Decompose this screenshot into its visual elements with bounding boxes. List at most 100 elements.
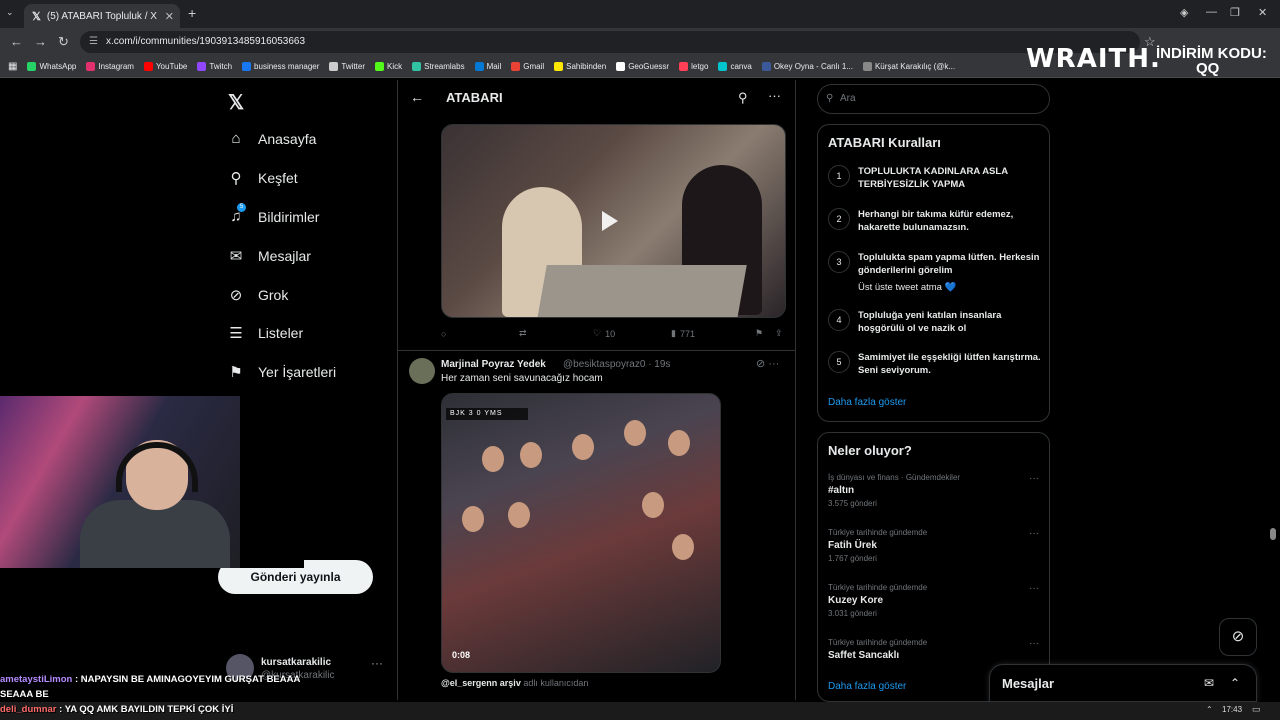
sidebar-item[interactable]: ⊘ Grok bbox=[228, 286, 289, 304]
rule-text: Samimiyet ile eşşekliği lütfen karıştırm… bbox=[858, 352, 1041, 376]
new-tab-icon[interactable]: + bbox=[188, 5, 196, 21]
rules-show-more-link[interactable]: Daha fazla göster bbox=[828, 397, 906, 408]
trend-title: Fatih Ürek bbox=[828, 540, 877, 551]
forward-arrow-icon[interactable]: → bbox=[34, 34, 47, 49]
sidebar-item[interactable]: ⌂ Anasayfa bbox=[228, 130, 316, 147]
post-video[interactable] bbox=[441, 124, 786, 318]
bookmark-icon[interactable]: ⚑ bbox=[755, 328, 775, 339]
bookmark-item[interactable]: business manager bbox=[242, 62, 319, 71]
bookmark-item[interactable]: Twitter bbox=[329, 62, 365, 71]
like-button[interactable]: ♡ 10 bbox=[593, 328, 671, 339]
bookmark-item[interactable]: Instagram bbox=[86, 62, 134, 71]
promo-line1: İNDİRİM KODU: bbox=[1156, 45, 1267, 62]
notification-icon[interactable]: ▭ bbox=[1252, 704, 1261, 715]
site-info-icon[interactable]: ☰ bbox=[89, 31, 98, 53]
bookmark-item[interactable]: letgo bbox=[679, 62, 708, 71]
bookmark-item[interactable]: YouTube bbox=[143, 62, 187, 71]
repost-icon[interactable]: ⇄ bbox=[519, 328, 593, 339]
search-icon[interactable]: ⚲ bbox=[738, 90, 748, 106]
post-video[interactable]: BJK 3 0 YMS 0:08 bbox=[441, 393, 721, 673]
search-placeholder: Ara bbox=[840, 93, 856, 104]
chevron-up-icon[interactable]: ⌃ bbox=[1230, 676, 1240, 690]
play-icon[interactable] bbox=[602, 211, 618, 231]
sidebar-item[interactable]: ☰ Listeler bbox=[228, 324, 303, 342]
main-timeline: ← ATABARI ⚲ ··· ○ ⇄ ♡ 10 ▮ 771 ⚑ ⇪ Marjina… bbox=[397, 80, 796, 700]
sidebar-item[interactable]: ✉ Mesajlar bbox=[228, 247, 311, 265]
bookmark-favicon-icon bbox=[329, 62, 339, 71]
grok-icon: ⊘ bbox=[1231, 628, 1245, 645]
bookmark-item[interactable]: Sahibinden bbox=[554, 62, 606, 71]
browser-tab[interactable]: 𝕏 (5) ATABARI Topluluk / X ✕ bbox=[24, 4, 180, 28]
sidebar-item[interactable]: ♫ 5 Bildirimler bbox=[228, 203, 319, 225]
headset-icon bbox=[116, 442, 198, 492]
bookmark-label: Streamlabs bbox=[424, 62, 465, 71]
back-arrow-icon[interactable]: ← bbox=[410, 89, 424, 105]
attribution-user[interactable]: @el_sergenn arşiv bbox=[441, 678, 521, 688]
post-actions: ○ ⇄ ♡ 10 ▮ 771 ⚑ ⇪ bbox=[441, 328, 783, 339]
more-icon[interactable]: ··· bbox=[768, 358, 779, 370]
new-message-icon[interactable]: ✉ bbox=[1204, 676, 1214, 690]
bookmark-icon: ⚑ bbox=[229, 364, 243, 381]
right-sidebar: ⚲ Ara ATABARI Kuralları 1 TOPLULUKTA KADI… bbox=[817, 80, 1050, 702]
chat-text: : NAPAYSIN BE AMINAGOYEYIM GURŞAT BEAAA bbox=[72, 674, 301, 685]
minimize-icon[interactable]: — bbox=[1206, 6, 1217, 18]
bookmark-item[interactable]: Kürşat Karakılıç (@k... bbox=[862, 62, 955, 71]
chat-text: SEAAA BE bbox=[0, 689, 49, 700]
shield-ext-icon[interactable]: ◈ bbox=[1180, 6, 1188, 19]
trend-item[interactable]: Türkiye tarihinde gündemde Saffet Sancakl… bbox=[828, 638, 1043, 661]
tab-search-icon[interactable]: ⌄ bbox=[6, 7, 14, 18]
trends-show-more-link[interactable]: Daha fazla göster bbox=[828, 681, 906, 692]
grok-float-button[interactable]: ⊘ bbox=[1219, 618, 1257, 656]
bookmark-label: Gmail bbox=[523, 62, 545, 71]
views-button[interactable]: ▮ 771 bbox=[671, 328, 755, 339]
bookmark-item[interactable]: Kick bbox=[374, 62, 403, 71]
apps-grid-icon[interactable]: ▦ bbox=[8, 61, 17, 72]
trend-item[interactable]: Türkiye tarihinde gündemde Fatih Ürek 1.76… bbox=[828, 528, 1043, 563]
rule-number: 4 bbox=[828, 309, 850, 331]
bookmark-item[interactable]: Twitch bbox=[197, 62, 232, 71]
scrollbar-thumb[interactable] bbox=[1270, 528, 1276, 540]
reload-icon[interactable]: ↻ bbox=[58, 34, 69, 50]
back-arrow-icon[interactable]: ← bbox=[10, 34, 23, 49]
url-field[interactable]: ☰ x.com/i/communities/190391348591605366… bbox=[80, 31, 1140, 53]
grok-icon[interactable]: ⊘ bbox=[756, 358, 765, 370]
share-icon[interactable]: ⇪ bbox=[775, 328, 783, 339]
more-icon[interactable]: ··· bbox=[1029, 528, 1039, 539]
bookmark-item[interactable]: Streamlabs bbox=[412, 62, 465, 71]
avatar[interactable] bbox=[409, 358, 435, 384]
post-author[interactable]: Marjinal Poyraz Yedek bbox=[441, 359, 546, 370]
bookmark-label: Kick bbox=[386, 62, 403, 71]
more-icon[interactable]: ··· bbox=[371, 656, 383, 670]
views-icon: ▮ bbox=[671, 328, 676, 338]
crowd-face bbox=[642, 492, 664, 518]
crowd-face bbox=[572, 434, 594, 460]
window-close-icon[interactable]: ✕ bbox=[1258, 6, 1267, 19]
search-input[interactable]: ⚲ Ara bbox=[817, 84, 1050, 114]
x-logo-icon[interactable]: 𝕏 bbox=[228, 90, 244, 115]
page-title: ATABARI bbox=[446, 90, 503, 105]
trend-item[interactable]: İş dünyası ve finans · Gündemdekiler #alt… bbox=[828, 473, 1043, 508]
community-header: ← ATABARI ⚲ ··· bbox=[398, 80, 795, 116]
bookmark-item[interactable]: GeoGuessr bbox=[616, 62, 669, 71]
more-icon[interactable]: ··· bbox=[768, 88, 781, 103]
more-icon[interactable]: ··· bbox=[1029, 638, 1039, 649]
bookmark-favicon-icon bbox=[474, 62, 484, 71]
bookmark-item[interactable]: Gmail bbox=[511, 62, 544, 71]
sidebar-item[interactable]: ⚲ Keşfet bbox=[228, 169, 298, 187]
bookmark-item[interactable]: Mail bbox=[474, 62, 501, 71]
bookmark-item[interactable]: Okey Oyna - Canlı 1... bbox=[761, 62, 853, 71]
rules-title: ATABARI Kuralları bbox=[828, 135, 941, 150]
more-icon[interactable]: ··· bbox=[1029, 473, 1039, 484]
sidebar-item[interactable]: ⚑ Yer İşaretleri bbox=[228, 363, 336, 381]
bookmark-item[interactable]: WhatsApp bbox=[27, 62, 76, 71]
webcam-body bbox=[80, 500, 230, 568]
trend-item[interactable]: Türkiye tarihinde gündemde Kuzey Kore 3.03… bbox=[828, 583, 1043, 618]
restore-icon[interactable]: ❐ bbox=[1230, 6, 1240, 19]
chevron-up-icon[interactable]: ⌃ bbox=[1206, 705, 1213, 714]
bookmark-item[interactable]: canva bbox=[718, 62, 752, 71]
more-icon[interactable]: ··· bbox=[1029, 583, 1039, 594]
messages-drawer[interactable]: Mesajlar ✉ ⌃ bbox=[989, 664, 1257, 702]
post-handle[interactable]: @besiktaspoyraz0 · 19s bbox=[563, 359, 670, 370]
tab-close-icon[interactable]: ✕ bbox=[165, 10, 174, 23]
reply-icon[interactable]: ○ bbox=[441, 328, 519, 339]
